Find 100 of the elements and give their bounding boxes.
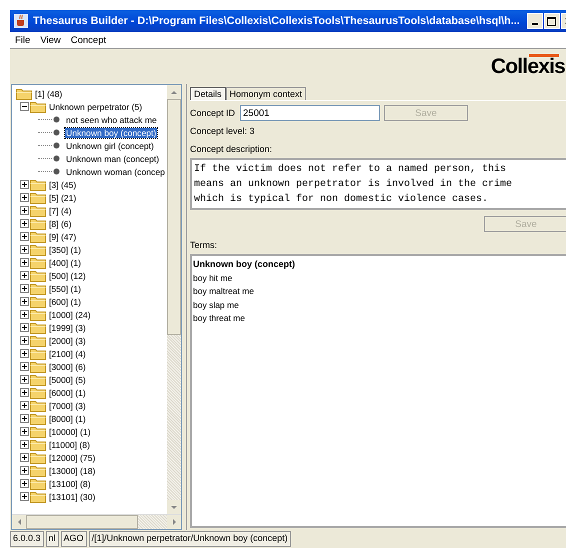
folder-icon (30, 490, 46, 502)
expand-icon[interactable] (20, 401, 29, 410)
expand-icon[interactable] (20, 206, 29, 215)
expand-icon[interactable] (20, 479, 29, 488)
expand-icon[interactable] (20, 375, 29, 384)
bullet-icon (53, 155, 60, 162)
term-item[interactable]: boy hit me (193, 272, 565, 285)
expand-icon[interactable] (20, 271, 29, 280)
tree-item[interactable]: Unknown girl (concept) (65, 140, 155, 150)
expand-icon[interactable] (20, 258, 29, 267)
tree-item[interactable]: [8000] (1) (48, 414, 87, 424)
tree-item[interactable]: [2000] (3) (48, 336, 87, 346)
tree-item[interactable]: [7000] (3) (48, 400, 87, 410)
expand-icon[interactable] (20, 310, 29, 319)
tree-item[interactable]: [550] (1) (48, 284, 82, 294)
folder-icon (30, 360, 46, 372)
folder-icon (16, 88, 32, 100)
status-field: AGO (60, 531, 87, 547)
expand-icon[interactable] (20, 219, 29, 228)
maximize-button[interactable] (544, 13, 560, 29)
tree-item[interactable]: [350] (1) (48, 244, 82, 254)
expand-icon[interactable] (20, 336, 29, 345)
scroll-thumb[interactable] (167, 99, 181, 335)
term-item[interactable]: boy slap me (193, 298, 565, 312)
tree-item[interactable]: [7] (4) (48, 206, 72, 216)
expand-icon[interactable] (20, 362, 29, 371)
folder-icon (30, 386, 46, 398)
expand-icon[interactable] (20, 440, 29, 449)
tree-item[interactable]: [500] (12) (48, 270, 87, 280)
folder-icon (30, 452, 46, 464)
tree-item[interactable]: not seen who attack me (65, 114, 158, 124)
folder-icon (30, 400, 46, 412)
expand-icon[interactable] (20, 232, 29, 241)
tree-item[interactable]: [2100] (4) (48, 348, 87, 358)
expand-icon[interactable] (20, 349, 29, 358)
folder-icon (30, 244, 46, 256)
status-field: /[1]/Unknown perpetrator/Unknown boy (concept) (88, 531, 291, 547)
tree-item[interactable]: [8] (6) (48, 218, 72, 228)
tree-item[interactable]: Unknown boy (concept) (65, 128, 158, 138)
folder-icon (30, 204, 46, 216)
tree-item[interactable]: [1999] (3) (48, 322, 87, 332)
expand-icon[interactable] (20, 427, 29, 436)
folder-icon (30, 270, 46, 282)
expand-icon[interactable] (20, 414, 29, 423)
tree-item[interactable]: [12000] (75) (48, 452, 96, 462)
tree-item[interactable]: [13000] (18) (48, 466, 96, 476)
folder-icon (30, 322, 46, 334)
expand-icon[interactable] (20, 388, 29, 397)
expand-icon[interactable] (20, 453, 29, 462)
concept-id-field[interactable]: 25001 (240, 105, 380, 121)
description-field[interactable]: If the victim does not refer to a named person, this means an unknown perpetrator is involved in the crime which is typical for non domestic violence cases. (190, 158, 566, 210)
folder-icon (30, 478, 46, 490)
tree-item[interactable]: [5] (21) (48, 192, 78, 202)
expand-icon[interactable] (20, 466, 29, 475)
tree-item[interactable]: [600] (1) (48, 296, 82, 306)
folder-icon (30, 192, 46, 204)
expand-icon[interactable] (20, 323, 29, 332)
field-label: Concept description: (190, 144, 274, 154)
folder-icon (30, 296, 46, 308)
tree-item[interactable]: [1000] (24) (48, 310, 92, 320)
tree-item[interactable]: [6000] (1) (48, 388, 87, 398)
tree-item[interactable]: [5000] (5) (48, 374, 87, 384)
tree-item[interactable]: [11000] (8) (48, 440, 91, 450)
tab[interactable]: Homonym context (226, 87, 306, 100)
window-title: Thesaurus Builder - D:\Program Files\Collexis\CollexisTools\ThesaurusTools\database\hsql\h... (33, 15, 520, 27)
expand-icon[interactable] (20, 245, 29, 254)
tree-item[interactable]: [9] (47) (48, 232, 78, 242)
folder-icon (30, 438, 46, 450)
expand-icon[interactable] (20, 180, 29, 189)
horizontal-scrollbar[interactable] (12, 514, 181, 529)
folder-icon (30, 426, 46, 438)
tree-item[interactable]: [3] (45) (48, 180, 78, 190)
folder-icon (30, 412, 46, 424)
vertical-scrollbar[interactable] (167, 85, 181, 514)
tree-item[interactable]: Unknown man (concept) (65, 154, 160, 164)
expand-icon[interactable] (20, 492, 29, 501)
expand-icon[interactable] (20, 284, 29, 293)
term-item[interactable]: Unknown boy (concept) (193, 258, 565, 272)
term-item[interactable]: boy threat me (193, 312, 565, 326)
collapse-icon[interactable] (20, 102, 29, 111)
folder-icon (30, 374, 46, 386)
tab[interactable]: Details (190, 87, 226, 100)
tree-item[interactable]: [10000] (1) (48, 426, 92, 436)
expand-icon[interactable] (20, 193, 29, 202)
menu-item[interactable]: View (40, 34, 61, 46)
tree-item[interactable]: Unknown perpetrator (5) (48, 102, 144, 112)
bullet-icon (53, 129, 60, 136)
bullet-icon (53, 142, 60, 149)
minimize-button[interactable] (526, 13, 543, 29)
scroll-thumb[interactable] (26, 515, 138, 529)
tree-item[interactable]: [400] (1) (48, 258, 82, 268)
tree-item[interactable]: [1] (48) (34, 88, 64, 98)
tree-item[interactable]: [13101] (30) (48, 492, 96, 502)
menu-item[interactable]: File (15, 34, 30, 46)
term-item[interactable]: boy maltreat me (193, 285, 565, 298)
tree-item[interactable]: [13100] (8) (48, 478, 92, 488)
tree-item[interactable]: Unknown woman (concep (65, 166, 166, 176)
tree-item[interactable]: [3000] (6) (48, 362, 87, 372)
expand-icon[interactable] (20, 297, 29, 306)
menu-item[interactable]: Concept (70, 34, 106, 46)
